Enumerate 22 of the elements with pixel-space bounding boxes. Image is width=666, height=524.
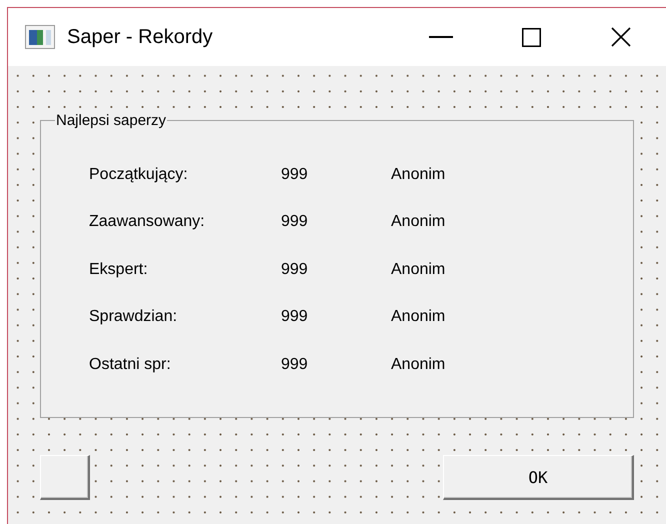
- ok-button[interactable]: OK: [443, 455, 634, 500]
- record-time: 999: [281, 356, 309, 374]
- group-title: Najlepsi saperzy: [55, 112, 168, 129]
- record-name: Anonim: [391, 166, 446, 184]
- record-time: 999: [281, 213, 309, 232]
- record-name: Anonim: [391, 260, 446, 279]
- level-label: Zaawansowany:: [89, 213, 206, 232]
- record-time: 999: [281, 308, 309, 326]
- record-name: Anonim: [391, 308, 446, 326]
- level-label: Ekspert:: [89, 260, 149, 279]
- close-icon[interactable]: [611, 27, 631, 47]
- record-time: 999: [281, 166, 309, 184]
- record-time: 999: [281, 260, 309, 279]
- record-name: Anonim: [391, 213, 446, 232]
- maximize-icon[interactable]: [522, 28, 540, 46]
- blank-button[interactable]: [40, 455, 90, 500]
- level-label: Początkujący:: [89, 166, 189, 184]
- level-label: Ostatni spr:: [89, 356, 172, 374]
- window-title: Saper - Rekordy: [67, 26, 214, 48]
- level-label: Sprawdzian:: [89, 308, 178, 326]
- app-icon: [25, 25, 55, 49]
- record-name: Anonim: [391, 356, 446, 374]
